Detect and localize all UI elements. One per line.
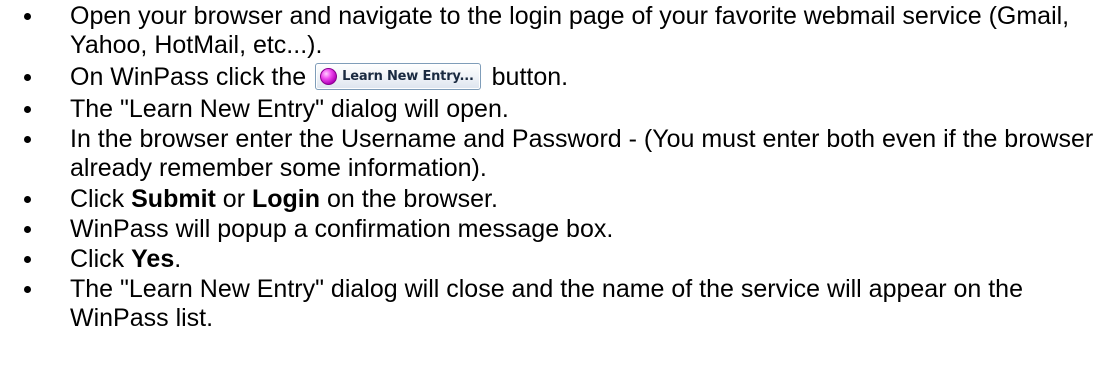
bullet-icon	[24, 106, 31, 113]
step-text: The "Learn New Entry" dialog will close …	[70, 275, 1023, 332]
list-item: Open your browser and navigate to the lo…	[0, 2, 1119, 60]
bullet-icon	[24, 13, 31, 20]
step-text-after: .	[174, 245, 182, 273]
list-item: On WinPass click the Learn New Entry... …	[0, 62, 1119, 93]
bullet-icon	[24, 286, 31, 293]
list-item: In the browser enter the Username and Pa…	[0, 125, 1119, 183]
learn-new-entry-button-label: Learn New Entry...	[342, 68, 474, 84]
learn-new-entry-button[interactable]: Learn New Entry...	[315, 62, 481, 90]
magenta-orb-icon	[320, 67, 338, 85]
bullet-icon	[24, 226, 31, 233]
step-text-before: Click	[70, 245, 125, 273]
list-item: The "Learn New Entry" dialog will close …	[0, 275, 1119, 333]
list-item: Click Yes.	[0, 245, 1119, 275]
step-text-before: Click	[70, 185, 125, 213]
login-label: Login	[251, 185, 321, 213]
step-text-after: on the browser.	[326, 185, 498, 213]
bullet-icon	[24, 74, 31, 81]
yes-label: Yes	[131, 245, 175, 273]
step-text: In the browser enter the Username and Pa…	[70, 125, 1094, 182]
instruction-list: Open your browser and navigate to the lo…	[0, 2, 1119, 333]
step-text-before: On WinPass click the	[70, 63, 307, 91]
step-text: The "Learn New Entry" dialog will open.	[70, 95, 509, 123]
bullet-icon	[24, 196, 31, 203]
step-text: Open your browser and navigate to the lo…	[70, 2, 1070, 59]
list-item: Click Submit or Login on the browser.	[0, 185, 1119, 215]
list-item: The "Learn New Entry" dialog will open.	[0, 95, 1119, 125]
step-text: WinPass will popup a confirmation messag…	[70, 215, 614, 243]
bullet-icon	[24, 256, 31, 263]
step-text-middle: or	[222, 185, 246, 213]
submit-label: Submit	[131, 185, 216, 213]
bullet-icon	[24, 136, 31, 143]
list-item: WinPass will popup a confirmation messag…	[0, 215, 1119, 245]
step-text-after: button.	[491, 63, 569, 91]
